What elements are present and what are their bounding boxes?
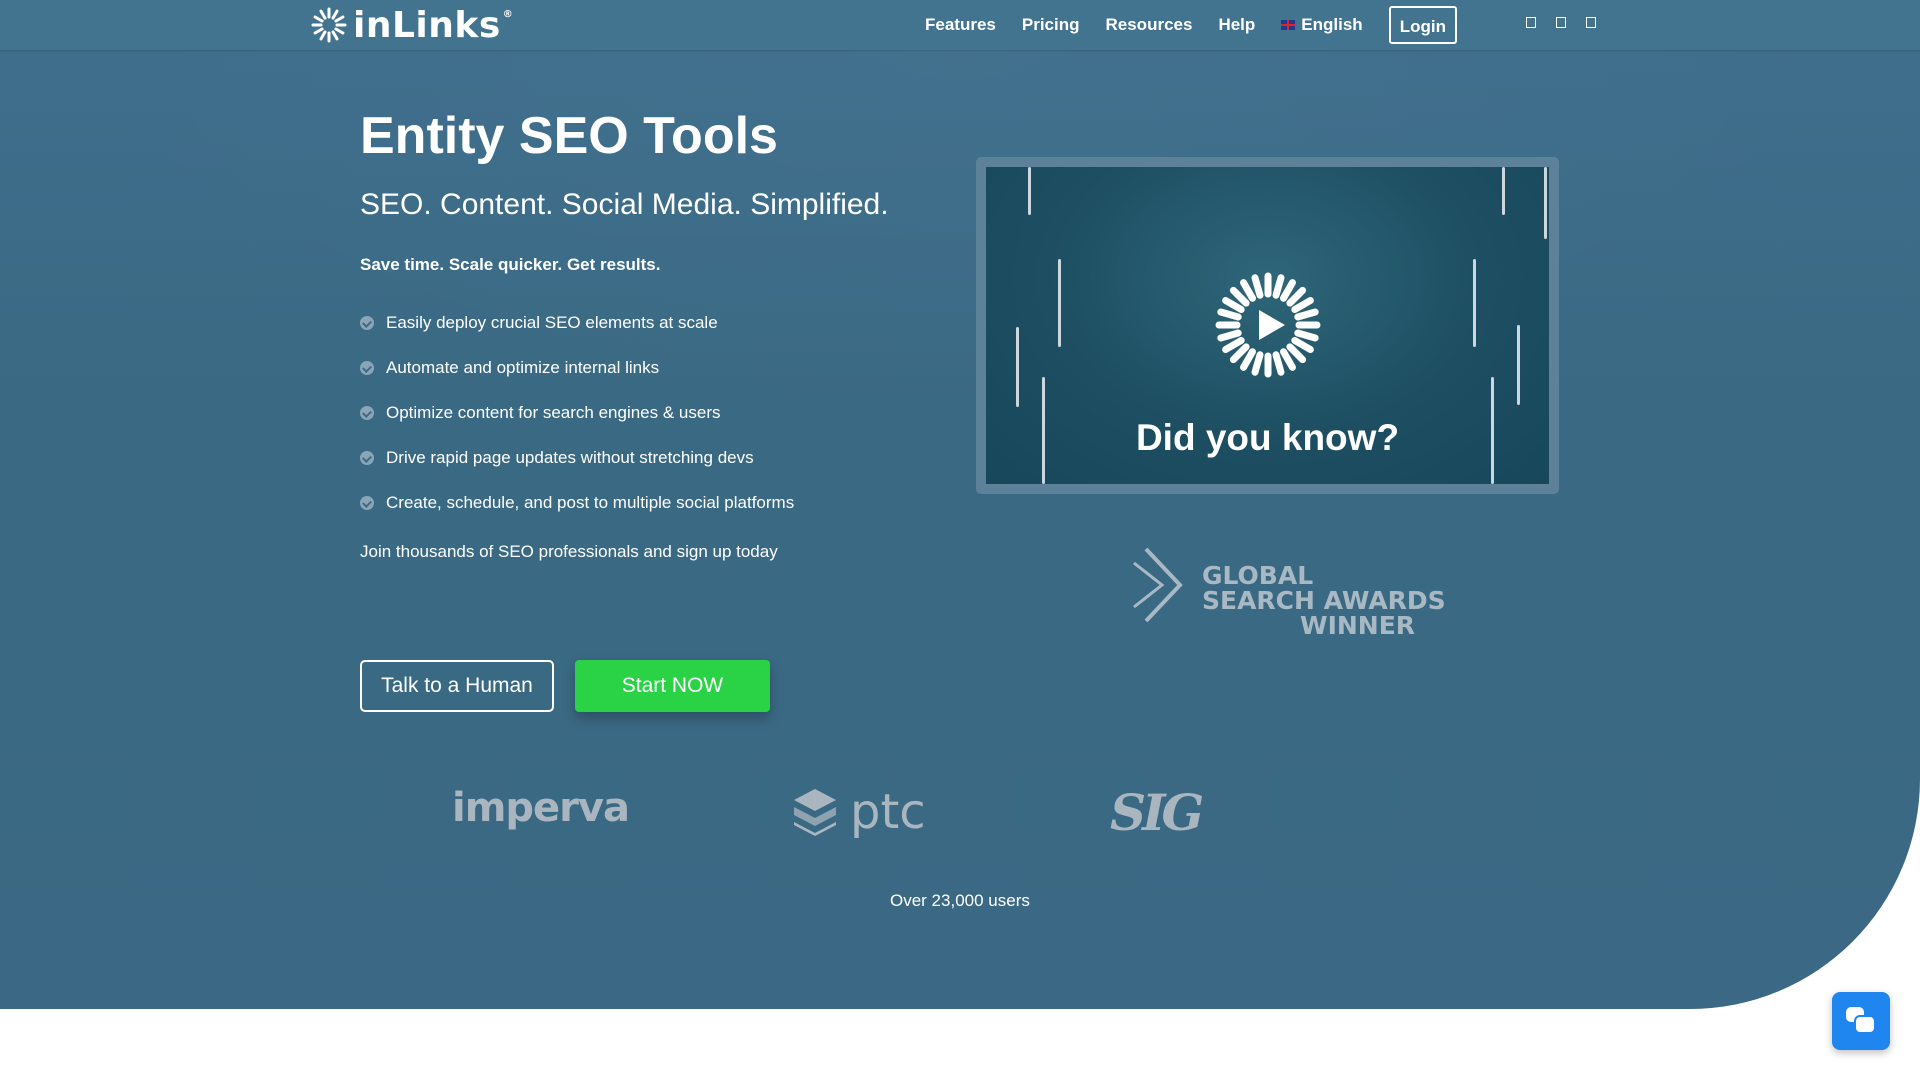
feature-list: Easily deploy crucial SEO elements at sc…	[360, 300, 794, 525]
start-now-button[interactable]: Start NOW	[575, 660, 770, 712]
award-text: GLOBAL SEARCH AWARDS WINNER	[1202, 561, 1446, 640]
ptc-wordmark: ptc	[850, 784, 926, 840]
feature-item: Automate and optimize internal links	[360, 345, 794, 390]
login-button[interactable]: Login	[1388, 6, 1457, 44]
feature-item: Optimize content for search engines & us…	[360, 390, 794, 435]
language-selector[interactable]: English	[1281, 15, 1363, 35]
video-player[interactable]: Did you know?	[976, 157, 1559, 494]
check-circle-icon	[360, 360, 374, 375]
top-navigation-bar: inLinks ® Features Pricing Resources Help…	[0, 0, 1920, 50]
nav-resources[interactable]: Resources	[1106, 15, 1193, 35]
page-subtitle: SEO. Content. Social Media. Simplified.	[360, 188, 889, 221]
ptc-cube-icon	[794, 789, 836, 836]
main-nav: Features Pricing Resources Help English …	[925, 0, 1457, 50]
imperva-logo: imperva	[452, 785, 630, 831]
tagline: Save time. Scale quicker. Get results.	[360, 255, 661, 274]
social-links	[1526, 17, 1616, 28]
feature-item: Drive rapid page updates without stretch…	[360, 435, 794, 480]
global-search-awards-badge: GLOBAL SEARCH AWARDS WINNER	[1128, 545, 1446, 638]
sunburst-logo-icon	[311, 7, 347, 43]
uk-flag-icon	[1281, 20, 1296, 30]
sig-logo: SIG	[1110, 783, 1204, 842]
check-circle-icon	[360, 405, 374, 420]
social-icon-3[interactable]	[1586, 17, 1596, 28]
talk-to-human-button[interactable]: Talk to a Human	[360, 660, 554, 712]
check-circle-icon	[360, 495, 374, 510]
nav-features[interactable]: Features	[925, 15, 996, 35]
brand-name: inLinks ®	[353, 4, 514, 46]
nav-help[interactable]: Help	[1218, 15, 1255, 35]
join-text: Join thousands of SEO professionals and …	[360, 542, 778, 561]
user-count: Over 23,000 users	[890, 891, 1030, 910]
chat-button[interactable]	[1832, 992, 1890, 1050]
check-circle-icon	[360, 450, 374, 465]
social-icon-2[interactable]	[1556, 17, 1566, 28]
page-title: Entity SEO Tools	[360, 107, 778, 165]
play-icon[interactable]	[1215, 272, 1321, 378]
nav-pricing[interactable]: Pricing	[1022, 15, 1080, 35]
chat-bubbles-icon	[1846, 1007, 1876, 1034]
video-thumbnail[interactable]: Did you know?	[986, 167, 1549, 484]
brand-logo[interactable]: inLinks ®	[309, 3, 513, 47]
feature-item: Easily deploy crucial SEO elements at sc…	[360, 300, 794, 345]
check-circle-icon	[360, 315, 374, 330]
video-title: Did you know?	[1135, 417, 1400, 458]
feature-item: Create, schedule, and post to multiple s…	[360, 480, 794, 525]
social-icon-1[interactable]	[1526, 17, 1536, 28]
language-label: English	[1301, 15, 1363, 34]
ptc-logo: ptc	[792, 784, 926, 840]
chevron-award-icon	[1133, 547, 1183, 623]
hero-section: inLinks ® Features Pricing Resources Help…	[0, 0, 1920, 1009]
